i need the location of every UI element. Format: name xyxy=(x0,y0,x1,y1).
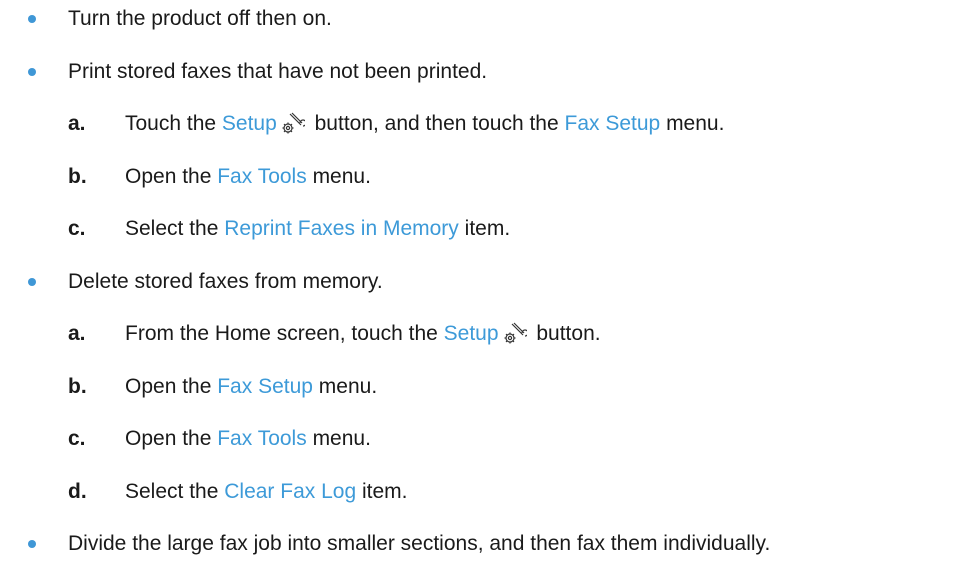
fax-setup-link[interactable]: Fax Setup xyxy=(217,375,313,398)
step-item: Open the Fax Tools menu. xyxy=(125,164,371,190)
bullet-text: Print stored faxes that have not been pr… xyxy=(68,60,488,83)
step-text: Select the xyxy=(125,480,225,503)
reprint-faxes-link[interactable]: Reprint Faxes in Memory xyxy=(224,217,459,240)
clear-fax-log-link[interactable]: Clear Fax Log xyxy=(224,480,356,503)
bullet-text: Divide the large fax job into smaller se… xyxy=(68,532,771,555)
step-item: Open the Fax Tools menu. xyxy=(125,426,371,452)
bullet-marker xyxy=(28,68,36,76)
fax-setup-link[interactable]: Fax Setup xyxy=(565,112,661,135)
step-letter: b. xyxy=(68,165,87,188)
setup-wrench-gear-icon xyxy=(282,112,305,134)
step-item: Touch the Setup button, and then touch t… xyxy=(125,111,724,137)
bullet-marker xyxy=(28,540,36,548)
step-text: Open the xyxy=(125,375,218,398)
step-text: item. xyxy=(356,480,408,503)
setup-link[interactable]: Setup xyxy=(444,322,499,345)
step-text: item. xyxy=(458,217,511,240)
step-text: Open the xyxy=(125,427,218,450)
step-text: Select the xyxy=(125,217,225,240)
step-text: menu. xyxy=(660,112,725,135)
step-letter: a. xyxy=(68,322,86,345)
step-text: Open the xyxy=(125,165,218,188)
step-letter: c. xyxy=(68,217,86,240)
step-text: menu. xyxy=(312,375,378,398)
fax-tools-link[interactable]: Fax Tools xyxy=(217,427,307,450)
step-text: From the Home screen, touch the xyxy=(125,322,444,345)
bullet-text: Turn the product off then on. xyxy=(68,7,332,30)
step-text: button, and then touch the xyxy=(308,112,565,135)
bullet-text: Delete stored faxes from memory. xyxy=(68,270,383,293)
step-item: Select the Reprint Faxes in Memory item. xyxy=(125,216,510,242)
fax-tools-link[interactable]: Fax Tools xyxy=(217,165,307,188)
bullet-item: Print stored faxes that have not been pr… xyxy=(68,59,487,85)
bullet-marker xyxy=(28,278,36,286)
setup-link[interactable]: Setup xyxy=(222,112,277,135)
setup-wrench-gear-icon xyxy=(504,322,527,344)
bullet-item: Divide the large fax job into smaller se… xyxy=(68,531,770,557)
step-item: From the Home screen, touch the Setup bu… xyxy=(125,321,601,347)
bullet-item: Turn the product off then on. xyxy=(68,6,332,32)
step-text: menu. xyxy=(306,427,371,450)
step-letter: d. xyxy=(68,480,87,503)
step-letter: c. xyxy=(68,427,86,450)
bullet-item: Delete stored faxes from memory. xyxy=(68,269,383,295)
step-item: Open the Fax Setup menu. xyxy=(125,374,377,400)
step-item: Select the Clear Fax Log item. xyxy=(125,479,407,505)
step-text: button. xyxy=(530,322,601,345)
step-letter: b. xyxy=(68,375,87,398)
step-letter: a. xyxy=(68,112,86,135)
bullet-marker xyxy=(28,15,36,23)
step-text: Touch the xyxy=(125,112,222,135)
step-text: menu. xyxy=(306,165,371,188)
